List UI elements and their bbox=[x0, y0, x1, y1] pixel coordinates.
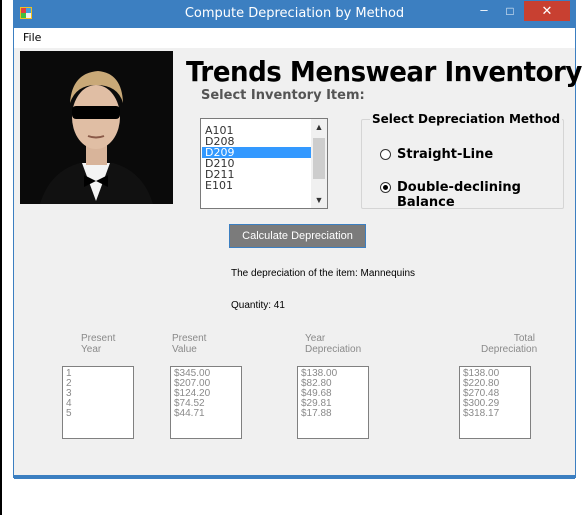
radio-double-declining-label[interactable]: Double-declining Balance bbox=[397, 180, 575, 210]
total-depreciation-header: Total Depreciation bbox=[481, 333, 538, 355]
title-bar[interactable]: Compute Depreciation by Method – □ ✕ bbox=[14, 1, 575, 28]
list-item[interactable]: E101 bbox=[202, 180, 312, 191]
menu-bar: File bbox=[14, 28, 575, 48]
header-line: Year bbox=[305, 333, 326, 344]
present-value-output[interactable]: $345.00 $207.00 $124.20 $74.52 $44.71 bbox=[170, 366, 242, 439]
window-bottom-border bbox=[14, 475, 575, 479]
radio-straight-line[interactable] bbox=[380, 149, 391, 160]
header-line: Year bbox=[81, 344, 102, 355]
scroll-down-arrow-icon[interactable]: ▼ bbox=[311, 192, 327, 208]
year-depreciation-output[interactable]: $138.00 $82.80 $49.68 $29.81 $17.88 bbox=[297, 366, 369, 439]
header-line: Total bbox=[513, 333, 535, 344]
listbox-scrollbar[interactable]: ▲ ▼ bbox=[311, 119, 327, 208]
menu-file[interactable]: File bbox=[23, 31, 41, 44]
year-depreciation-header: Year Depreciation bbox=[305, 333, 361, 355]
banner-title: Trends Menswear Inventory bbox=[186, 55, 582, 88]
header-line: Present bbox=[172, 333, 207, 344]
minimize-button[interactable]: – bbox=[474, 3, 494, 21]
maximize-button[interactable]: □ bbox=[500, 3, 520, 21]
header-line: Depreciation bbox=[481, 344, 538, 355]
calculate-depreciation-button[interactable]: Calculate Depreciation bbox=[229, 224, 366, 248]
method-group-title: Select Depreciation Method bbox=[370, 112, 563, 126]
scroll-thumb[interactable] bbox=[313, 138, 325, 179]
close-button[interactable]: ✕ bbox=[524, 1, 570, 21]
present-value-header: Present Value bbox=[172, 333, 206, 355]
header-line: Depreciation bbox=[305, 344, 362, 355]
inventory-listbox[interactable]: A101 D208 D209 D210 D211 E101 ▲ ▼ bbox=[200, 118, 328, 209]
output-line: $318.17 bbox=[463, 408, 500, 419]
header-line: Present bbox=[81, 333, 116, 344]
output-line: 5 bbox=[66, 408, 72, 419]
present-year-header: Present Year bbox=[81, 333, 115, 355]
output-line: $17.88 bbox=[301, 408, 332, 419]
header-line: Value bbox=[172, 344, 197, 355]
model-portrait-image bbox=[20, 51, 173, 204]
item-description: The depreciation of the item: Mannequins bbox=[231, 268, 415, 279]
radio-double-declining[interactable] bbox=[380, 182, 391, 193]
radio-straight-line-label[interactable]: Straight-Line bbox=[397, 147, 493, 162]
app-window: Compute Depreciation by Method – □ ✕ Fil… bbox=[13, 0, 582, 479]
total-depreciation-output[interactable]: $138.00 $220.80 $270.48 $300.29 $318.17 bbox=[459, 366, 531, 439]
present-year-output[interactable]: 1 2 3 4 5 bbox=[62, 366, 134, 439]
output-line: $44.71 bbox=[174, 408, 205, 419]
left-border-line bbox=[0, 0, 2, 515]
select-item-label: Select Inventory Item: bbox=[201, 88, 365, 103]
item-quantity: Quantity: 41 bbox=[231, 300, 285, 311]
scroll-up-arrow-icon[interactable]: ▲ bbox=[311, 119, 327, 135]
